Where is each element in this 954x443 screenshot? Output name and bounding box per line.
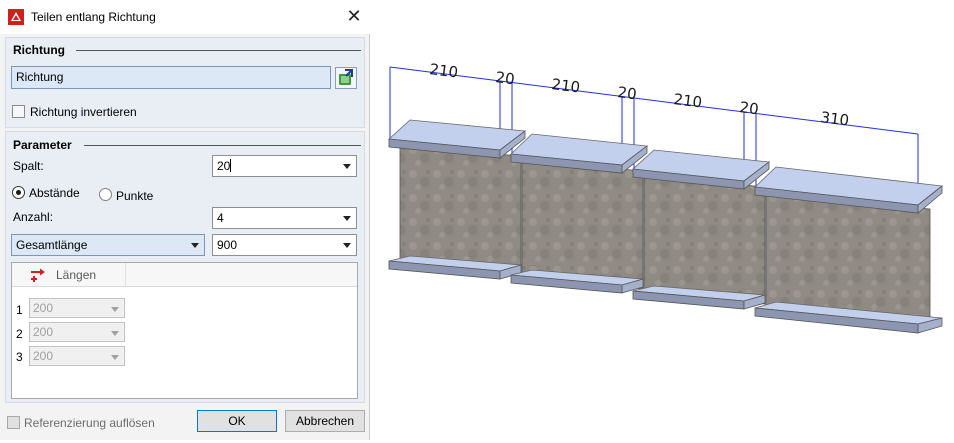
beam-segment-4[interactable] bbox=[754, 166, 944, 334]
dim-label-4: 20 bbox=[616, 83, 637, 103]
length-row-1-combobox[interactable]: 200 bbox=[29, 298, 125, 318]
parameter-divider bbox=[84, 145, 361, 146]
radio-abstaende[interactable] bbox=[12, 186, 25, 199]
dim-label-6: 20 bbox=[738, 98, 759, 118]
chevron-down-icon bbox=[343, 243, 351, 248]
row-number-3: 3 bbox=[16, 350, 23, 364]
beam-drawing: 210 20 210 20 210 20 310 bbox=[388, 60, 944, 334]
title-bar: Teilen entlang Richtung ✕ bbox=[0, 0, 370, 34]
anzahl-value: 4 bbox=[217, 211, 224, 225]
text-cursor bbox=[230, 159, 232, 172]
invert-direction-checkbox[interactable] bbox=[12, 105, 25, 118]
total-length-value: 900 bbox=[217, 238, 238, 252]
pick-direction-icon bbox=[339, 69, 353, 85]
lengths-table: Längen 1 200 2 200 3 200 bbox=[11, 262, 358, 399]
richtung-section-title: Richtung bbox=[13, 43, 65, 57]
radio-punkte-label: Punkte bbox=[116, 189, 154, 203]
spalt-combobox[interactable]: 20 bbox=[212, 155, 357, 177]
anzahl-combobox[interactable]: 4 bbox=[212, 207, 357, 229]
beam-segment-1[interactable] bbox=[388, 119, 527, 280]
richtung-divider bbox=[76, 50, 361, 51]
length-row-2-value: 200 bbox=[33, 325, 54, 339]
cancel-button[interactable]: Abbrechen bbox=[285, 410, 365, 432]
close-button[interactable]: ✕ bbox=[340, 5, 368, 29]
dim-label-5: 210 bbox=[672, 90, 703, 111]
length-row-3-value: 200 bbox=[33, 349, 54, 363]
dialog-window: Teilen entlang Richtung ✕ Richtung Richt… bbox=[0, 0, 370, 440]
mode-select[interactable]: Gesamtlänge bbox=[11, 234, 205, 256]
radio-abstaende-label: Abstände bbox=[29, 186, 80, 200]
chevron-down-icon bbox=[111, 307, 119, 312]
lengths-column-header[interactable]: Längen bbox=[26, 263, 126, 287]
chevron-down-icon bbox=[111, 331, 119, 336]
spalt-value: 20 bbox=[217, 159, 231, 173]
chevron-down-icon bbox=[191, 243, 199, 248]
dim-label-3: 210 bbox=[550, 75, 581, 96]
chevron-down-icon bbox=[111, 355, 119, 360]
spalt-label: Spalt: bbox=[13, 159, 44, 173]
length-row-3-combobox[interactable]: 200 bbox=[29, 346, 125, 366]
dim-label-7: 310 bbox=[819, 108, 850, 129]
dim-label-2: 20 bbox=[494, 68, 515, 88]
reference-resolve-label: Referenzierung auflösen bbox=[24, 416, 155, 430]
dimension-labels: 210 20 210 20 210 20 310 bbox=[428, 60, 850, 129]
beam-segment-2[interactable] bbox=[510, 133, 649, 294]
anzahl-label: Anzahl: bbox=[13, 210, 54, 224]
lengths-icon bbox=[31, 268, 45, 282]
window-title: Teilen entlang Richtung bbox=[31, 10, 156, 24]
radio-punkte[interactable] bbox=[99, 188, 112, 201]
beam-segment-3[interactable] bbox=[632, 149, 771, 310]
total-length-combobox[interactable]: 900 bbox=[212, 234, 357, 256]
hicad-logo-icon bbox=[8, 9, 24, 25]
lengths-header-label: Längen bbox=[56, 268, 97, 282]
reference-resolve-checkbox[interactable] bbox=[7, 416, 20, 429]
pick-direction-button[interactable] bbox=[335, 67, 357, 89]
direction-field[interactable]: Richtung bbox=[11, 66, 331, 89]
lengths-table-header: Längen bbox=[12, 263, 357, 287]
mode-select-value: Gesamtlänge bbox=[16, 238, 88, 252]
ok-button[interactable]: OK bbox=[197, 410, 277, 432]
row-number-2: 2 bbox=[16, 327, 23, 341]
3d-viewport[interactable]: 210 20 210 20 210 20 310 bbox=[371, 0, 954, 440]
length-row-2-combobox[interactable]: 200 bbox=[29, 322, 125, 342]
length-row-1-value: 200 bbox=[33, 301, 54, 315]
invert-direction-label: Richtung invertieren bbox=[30, 105, 137, 119]
chevron-down-icon bbox=[343, 216, 351, 221]
chevron-down-icon bbox=[343, 164, 351, 169]
close-icon: ✕ bbox=[346, 6, 362, 26]
row-number-1: 1 bbox=[16, 303, 23, 317]
parameter-section-title: Parameter bbox=[13, 138, 72, 152]
dim-label-1: 210 bbox=[428, 60, 459, 81]
